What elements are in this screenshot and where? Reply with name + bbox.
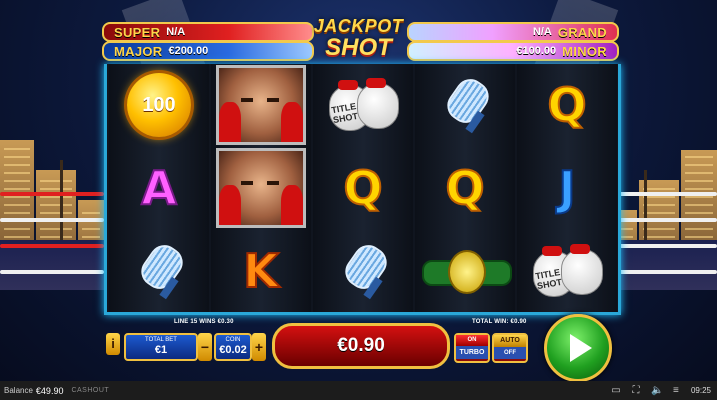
symbol-coin: 100 bbox=[109, 64, 209, 146]
jackpot-minor-label: MINOR bbox=[562, 43, 607, 59]
ring-rope bbox=[0, 218, 104, 222]
balance-value: €49.90 bbox=[35, 385, 64, 396]
letter-k: K bbox=[242, 243, 280, 299]
history-icon[interactable]: ▭ bbox=[611, 385, 621, 396]
symbol-q: Q bbox=[517, 64, 617, 146]
reel-5: Q J TITLE SHOT bbox=[517, 64, 617, 312]
logo-line-2: SHOT bbox=[325, 34, 392, 61]
coin-increase-button[interactable]: + bbox=[252, 333, 266, 361]
settings-icon[interactable]: ≡ bbox=[671, 385, 681, 396]
microphone-icon bbox=[335, 239, 393, 301]
symbol-microphone bbox=[313, 230, 413, 312]
jackpot-super-label: SUPER bbox=[114, 24, 161, 40]
symbol-q: Q bbox=[415, 147, 515, 229]
coin-decrease-button[interactable]: − bbox=[198, 333, 212, 361]
jackpot-major-value: €200.00 bbox=[168, 45, 209, 57]
balance-label: Balance bbox=[4, 386, 33, 395]
microphone-icon bbox=[437, 73, 495, 135]
jackpot-major-label: MAJOR bbox=[114, 43, 163, 59]
total-bet-label: TOTAL BET bbox=[145, 337, 177, 343]
ring-rope bbox=[0, 244, 104, 248]
info-button[interactable]: i bbox=[106, 333, 120, 355]
ring-rope bbox=[0, 192, 104, 196]
sound-icon[interactable]: 🔈 bbox=[651, 385, 663, 396]
palm-tree bbox=[644, 170, 647, 250]
coin-label: COIN bbox=[225, 337, 241, 343]
boxing-gloves-icon: TITLE SHOT bbox=[527, 241, 607, 301]
reel-1: 100 A bbox=[109, 64, 209, 312]
letter-j: J bbox=[557, 160, 576, 216]
game-logo: JACKPOT SHOT bbox=[310, 16, 407, 62]
total-win-info: TOTAL WIN: €0.90 bbox=[472, 319, 527, 325]
auto-state: OFF bbox=[494, 347, 526, 359]
ring-rope bbox=[615, 270, 717, 274]
jackpot-minor-value: €100.00 bbox=[516, 45, 557, 57]
symbol-a: A bbox=[109, 147, 209, 229]
ring-rope bbox=[0, 270, 104, 274]
auto-label: AUTO bbox=[494, 335, 526, 347]
jackpot-major: MAJOR €200.00 bbox=[102, 41, 314, 61]
coin-value-box: COIN €0.02 bbox=[214, 333, 252, 361]
boxer-portrait-icon bbox=[216, 148, 306, 228]
symbol-k: K bbox=[211, 230, 311, 312]
brand-label: CASHOUT bbox=[71, 387, 110, 394]
jackpot-grand-label: GRAND bbox=[557, 24, 607, 40]
boxing-gloves-icon: TITLE SHOT bbox=[323, 75, 403, 135]
ring-rope bbox=[615, 244, 717, 248]
spin-button[interactable] bbox=[544, 314, 612, 382]
coin-value: €0.02 bbox=[219, 344, 247, 356]
turbo-toggle[interactable]: ON TURBO bbox=[454, 333, 490, 363]
coin-icon: 100 bbox=[127, 73, 191, 137]
palm-tree bbox=[60, 160, 63, 250]
symbol-q: Q bbox=[313, 147, 413, 229]
microphone-icon bbox=[131, 239, 189, 301]
footer-bar: Balance €49.90 CASHOUT ▭ ⛶ 🔈 ≡ 09:25 bbox=[0, 381, 717, 400]
reel-grid: 100 A K TITLE SHOT Q Q Q J TITLE SHOT bbox=[104, 64, 621, 315]
boxer-portrait-icon bbox=[216, 65, 306, 145]
symbol-microphone bbox=[109, 230, 209, 312]
reel-3: TITLE SHOT Q bbox=[313, 64, 413, 312]
letter-q: Q bbox=[546, 77, 587, 133]
total-bet-box[interactable]: TOTAL BET €1 bbox=[124, 333, 198, 361]
logo-line-1: JACKPOT bbox=[313, 16, 404, 36]
jackpot-super: SUPER N/A bbox=[102, 22, 314, 42]
win-display: €0.90 bbox=[272, 323, 450, 369]
autoplay-toggle[interactable]: AUTO OFF bbox=[492, 333, 528, 363]
turbo-label: TURBO bbox=[456, 346, 488, 359]
jackpot-grand-value: N/A bbox=[532, 26, 552, 38]
jackpot-minor: €100.00 MINOR bbox=[407, 41, 619, 61]
letter-q: Q bbox=[342, 160, 383, 216]
line-win-info: LINE 15 WINS €0.30 bbox=[174, 319, 234, 325]
jackpot-grand: N/A GRAND bbox=[407, 22, 619, 42]
jackpot-super-value: N/A bbox=[166, 26, 186, 38]
symbol-gloves: TITLE SHOT bbox=[313, 64, 413, 146]
reel-2: K bbox=[211, 64, 311, 312]
symbol-belt bbox=[415, 230, 515, 312]
symbol-j: J bbox=[517, 147, 617, 229]
clock: 09:25 bbox=[690, 386, 711, 395]
symbol-boxer bbox=[211, 147, 311, 229]
turbo-state: ON bbox=[456, 335, 488, 346]
symbol-gloves: TITLE SHOT bbox=[517, 230, 617, 312]
championship-belt-icon bbox=[422, 246, 512, 296]
total-bet-value: €1 bbox=[154, 344, 168, 356]
control-panel: i LINE 15 WINS €0.30 TOTAL BET €1 − COIN… bbox=[100, 314, 618, 382]
reel-4: Q bbox=[415, 64, 515, 312]
symbol-boxer bbox=[211, 64, 311, 146]
ring-rope bbox=[615, 192, 717, 196]
symbol-microphone bbox=[415, 64, 515, 146]
ring-rope bbox=[615, 218, 717, 222]
play-icon bbox=[570, 334, 592, 362]
letter-a: A bbox=[140, 160, 178, 216]
letter-q: Q bbox=[444, 160, 485, 216]
fullscreen-icon[interactable]: ⛶ bbox=[631, 385, 641, 396]
coin-value: 100 bbox=[142, 93, 176, 116]
